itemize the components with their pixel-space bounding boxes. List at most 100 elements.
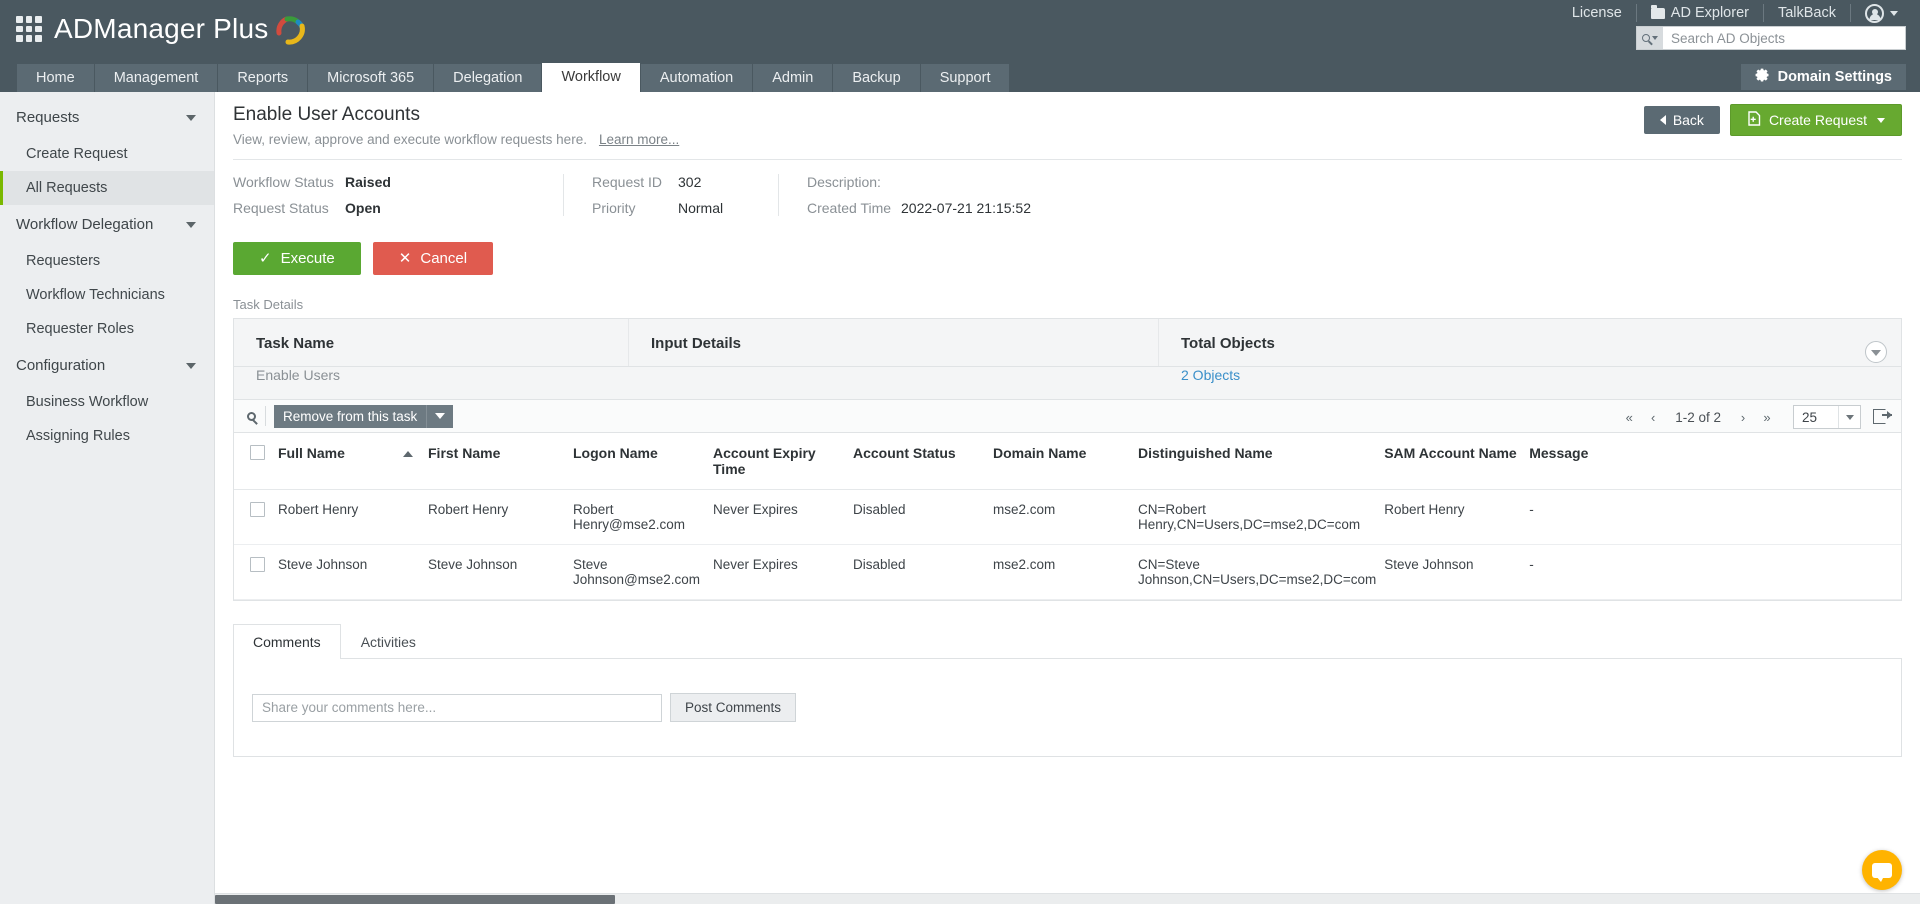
sidebar: Requests Create Request All Requests Wor… [0, 92, 215, 904]
next-page-button[interactable]: › [1731, 405, 1755, 429]
request-status-row: Request Status Open [233, 200, 533, 216]
apps-grid-icon[interactable] [16, 16, 42, 42]
prev-page-button[interactable]: ‹ [1641, 405, 1665, 429]
sidebar-item-create-request[interactable]: Create Request [0, 137, 214, 171]
bulk-action-dropdown-toggle[interactable] [427, 404, 454, 428]
nav-tab-automation[interactable]: Automation [640, 64, 754, 92]
sidebar-item-workflow-technicians[interactable]: Workflow Technicians [0, 278, 214, 312]
chat-bubble-icon [1872, 862, 1892, 882]
cell-message: - [1529, 489, 1901, 545]
first-page-button[interactable]: « [1617, 405, 1641, 429]
post-comments-button[interactable]: Post Comments [670, 693, 797, 722]
nav-tab-home[interactable]: Home [16, 64, 95, 92]
sidebar-group-label: Requests [16, 109, 80, 126]
sidebar-item-business-workflow[interactable]: Business Workflow [0, 385, 214, 419]
comment-input[interactable] [252, 693, 662, 722]
comments-panel: Post Comments [233, 659, 1902, 757]
user-menu[interactable] [1851, 3, 1906, 23]
search-scope-button[interactable] [1637, 27, 1663, 49]
priority-row: Priority Normal [592, 200, 748, 216]
created-time-label: Created Time [807, 200, 892, 216]
cancel-button[interactable]: ✕ Cancel [372, 242, 494, 275]
nav-tab-delegation[interactable]: Delegation [434, 64, 543, 92]
table-row[interactable]: Steve Johnson Steve Johnson Steve Johnso… [234, 544, 1901, 600]
cell-sam-account-name: Steve Johnson [1384, 544, 1530, 600]
search-icon [1642, 34, 1650, 42]
column-distinguished-name[interactable]: Distinguished Name [1138, 433, 1385, 490]
grid-toolbar: Remove from this task « ‹ 1-2 of 2 › » 2… [234, 399, 1901, 433]
learn-more-link[interactable]: Learn more... [599, 132, 679, 147]
column-domain-name[interactable]: Domain Name [993, 433, 1138, 490]
nav-tab-backup[interactable]: Backup [833, 64, 921, 92]
sidebar-group-workflow-delegation[interactable]: Workflow Delegation [0, 205, 214, 244]
table-header-row: Full Name First Name Logon Name Account … [234, 433, 1901, 490]
sidebar-item-requester-roles[interactable]: Requester Roles [0, 312, 214, 346]
ad-explorer-label: AD Explorer [1670, 5, 1749, 21]
horizontal-scrollbar[interactable] [215, 893, 1920, 904]
cell-full-name: Steve Johnson [278, 544, 428, 600]
sidebar-item-requesters[interactable]: Requesters [0, 244, 214, 278]
objects-table: Full Name First Name Logon Name Account … [234, 433, 1901, 600]
row-checkbox[interactable] [250, 557, 265, 572]
column-sam-account-name[interactable]: SAM Account Name [1384, 433, 1530, 490]
tab-comments[interactable]: Comments [233, 624, 341, 659]
nav-tab-support[interactable]: Support [920, 64, 1011, 92]
select-all-checkbox[interactable] [250, 445, 265, 460]
execute-label: Execute [280, 250, 335, 267]
scrollbar-thumb[interactable] [215, 895, 615, 904]
grid-search-button[interactable] [244, 411, 265, 421]
tab-activities[interactable]: Activities [341, 624, 436, 659]
license-link[interactable]: License [1558, 4, 1637, 22]
nav-tab-management[interactable]: Management [94, 64, 219, 92]
chat-support-button[interactable] [1862, 850, 1902, 890]
bulk-action-label[interactable]: Remove from this task [274, 404, 428, 428]
sidebar-item-all-requests[interactable]: All Requests [0, 171, 214, 205]
ad-search-box[interactable] [1636, 26, 1906, 50]
column-account-status[interactable]: Account Status [853, 433, 993, 490]
chevron-down-icon [186, 114, 196, 121]
workflow-status-label: Workflow Status [233, 174, 334, 190]
ad-explorer-link[interactable]: AD Explorer [1637, 4, 1764, 22]
close-icon: ✕ [398, 250, 412, 267]
column-first-name[interactable]: First Name [428, 433, 573, 490]
export-icon[interactable] [1873, 408, 1892, 426]
request-id-value: 302 [678, 174, 702, 190]
nav-tab-microsoft-365[interactable]: Microsoft 365 [308, 64, 435, 92]
talkback-label: TalkBack [1777, 5, 1836, 21]
search-input[interactable] [1663, 27, 1905, 49]
app-name: ADManager Plus [54, 13, 269, 44]
nav-tab-admin[interactable]: Admin [753, 64, 834, 92]
sidebar-group-configuration[interactable]: Configuration [0, 346, 214, 385]
page-layout: Requests Create Request All Requests Wor… [0, 92, 1920, 904]
column-account-expiry-time[interactable]: Account Expiry Time [713, 433, 853, 490]
nav-tab-workflow[interactable]: Workflow [542, 63, 641, 92]
row-checkbox[interactable] [250, 502, 265, 517]
cell-domain-name: mse2.com [993, 544, 1138, 600]
column-message[interactable]: Message [1529, 433, 1901, 490]
page-size-select[interactable]: 25 [1793, 405, 1861, 429]
created-time-value: 2022-07-21 21:15:52 [901, 200, 1031, 216]
total-objects-link[interactable]: 2 Objects [1181, 367, 1240, 383]
app-logo[interactable]: ADManager Plus [54, 12, 308, 46]
domain-settings-button[interactable]: Domain Settings [1740, 64, 1906, 90]
total-objects-cell: 2 Objects [1159, 367, 1901, 399]
back-button[interactable]: Back [1643, 106, 1720, 134]
cancel-label: Cancel [420, 250, 468, 267]
sidebar-item-assigning-rules[interactable]: Assigning Rules [0, 419, 214, 453]
nav-tab-reports[interactable]: Reports [218, 64, 309, 92]
sidebar-group-requests[interactable]: Requests [0, 98, 214, 137]
collapse-toggle-button[interactable] [1865, 341, 1887, 363]
last-page-button[interactable]: » [1755, 405, 1779, 429]
cell-logon-name: Robert Henry@mse2.com [573, 489, 713, 545]
request-info: Workflow Status Raised Request Status Op… [215, 160, 1920, 216]
request-status-label: Request Status [233, 200, 329, 216]
column-logon-name[interactable]: Logon Name [573, 433, 713, 490]
created-time-row: Created Time 2022-07-21 21:15:52 [807, 200, 1148, 216]
talkback-link[interactable]: TalkBack [1764, 4, 1851, 22]
table-row[interactable]: Robert Henry Robert Henry Robert Henry@m… [234, 489, 1901, 545]
create-request-button[interactable]: Create Request [1729, 104, 1902, 136]
bulk-action-split-button[interactable]: Remove from this task [274, 404, 454, 428]
execute-button[interactable]: ✓ Execute [233, 242, 361, 275]
column-full-name[interactable]: Full Name [278, 433, 428, 490]
cell-message: - [1529, 544, 1901, 600]
